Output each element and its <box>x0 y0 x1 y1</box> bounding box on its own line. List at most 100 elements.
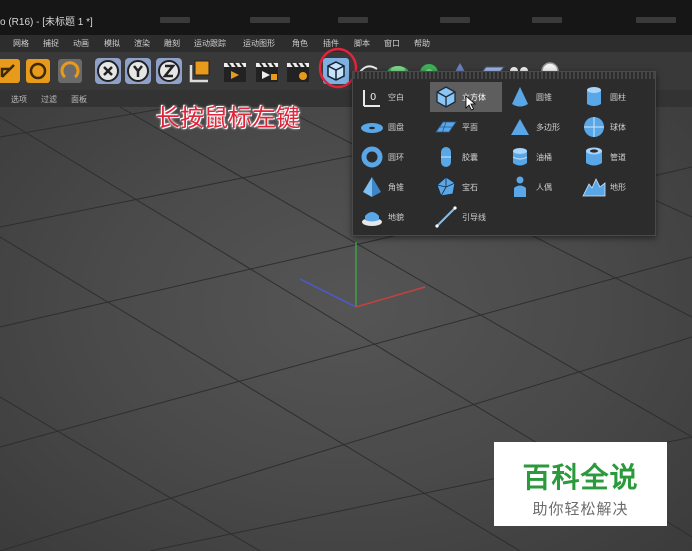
menu-item-motion-tracker[interactable]: 运动跟踪 <box>194 38 226 49</box>
cube-icon <box>436 86 456 108</box>
primitive-item-null[interactable]: 0 空白 <box>356 82 428 112</box>
primitive-label: 引导线 <box>462 213 486 222</box>
window-title: o (R16) - [未标题 1 *] <box>0 17 93 28</box>
primitive-label: 空白 <box>388 93 404 102</box>
primitive-label: 油桶 <box>536 153 552 162</box>
y-axis-icon <box>125 58 151 84</box>
y-axis-button[interactable] <box>124 57 152 85</box>
scale-icon <box>0 59 20 83</box>
svg-text:0: 0 <box>370 92 376 103</box>
primitive-item-tube[interactable]: 管道 <box>578 142 650 172</box>
primitive-label: 圆环 <box>388 153 404 162</box>
rotate-tool-button[interactable] <box>24 57 52 85</box>
primitive-label: 胶囊 <box>462 153 478 162</box>
primitive-label: 地貌 <box>388 213 404 222</box>
primitive-item-plane[interactable]: 平面 <box>430 112 502 142</box>
primitive-item-platonic[interactable]: 宝石 <box>430 172 502 202</box>
primitive-label: 多边形 <box>536 123 560 132</box>
sphere-icon <box>584 117 604 137</box>
primitive-item-pyramid[interactable]: 角锥 <box>356 172 428 202</box>
pyramid-icon <box>363 177 381 197</box>
landscape-icon <box>582 178 606 197</box>
null-icon: 0 <box>363 90 380 107</box>
coordinate-system-button[interactable] <box>186 57 214 85</box>
menu-item-window[interactable]: 窗口 <box>384 38 400 49</box>
menu-item-mograph[interactable]: 运动图形 <box>243 38 275 49</box>
cone-icon <box>512 87 528 107</box>
viewport-menu-options[interactable]: 选项 <box>11 94 27 105</box>
primitive-label: 角锥 <box>388 183 404 192</box>
menu-item-simulate[interactable]: 模拟 <box>104 38 120 49</box>
primitive-item-relief[interactable]: 地貌 <box>356 202 428 232</box>
tab-placeholder <box>160 17 190 23</box>
relief-icon <box>362 212 382 226</box>
primitive-item-torus[interactable]: 圆环 <box>356 142 428 172</box>
menu-item-help[interactable]: 帮助 <box>414 38 430 49</box>
primitive-label: 圆盘 <box>388 123 404 132</box>
instruction-text: 长按鼠标左键 <box>156 104 300 132</box>
z-axis-button[interactable] <box>155 57 183 85</box>
menu-item-animate[interactable]: 动画 <box>73 38 89 49</box>
mouse-cursor-icon <box>465 95 477 111</box>
render-view-button[interactable] <box>221 57 249 85</box>
primitive-item-polygon[interactable]: 多边形 <box>504 112 576 142</box>
primitive-label: 圆柱 <box>610 93 626 102</box>
clapper-icon <box>224 62 246 82</box>
primitive-label: 平面 <box>462 123 478 132</box>
menu-item-render[interactable]: 渲染 <box>134 38 150 49</box>
viewport-menu-panel[interactable]: 面板 <box>71 94 87 105</box>
tab-placeholder <box>440 17 470 23</box>
oil-tank-icon <box>512 148 528 166</box>
watermark-logo: 百科全说 助你轻松解决 <box>494 442 667 526</box>
x-axis-icon <box>95 58 121 84</box>
watermark-brand: 百科全说 <box>522 461 639 494</box>
primitive-item-capsule[interactable]: 胶囊 <box>430 142 502 172</box>
primitive-item-disc[interactable]: 圆盘 <box>356 112 428 142</box>
scale-tool-button[interactable] <box>0 57 22 85</box>
menu-item-character[interactable]: 角色 <box>292 38 308 49</box>
primitive-objects-popup: 0 空白 立方体 圆锥 圆柱 圆盘 平面 多边形 球体 圆环 胶囊 油桶 管道 … <box>352 71 656 236</box>
x-axis-button[interactable] <box>94 57 122 85</box>
primitive-label: 圆锥 <box>536 93 552 102</box>
edit-render-settings-button[interactable] <box>284 57 312 85</box>
figure-icon <box>514 176 526 197</box>
primitive-item-guide[interactable]: 引导线 <box>430 202 502 232</box>
torus-icon <box>361 146 383 168</box>
primitive-item-sphere[interactable]: 球体 <box>578 112 650 142</box>
tab-placeholder <box>250 17 290 23</box>
primitive-item-oil-tank[interactable]: 油桶 <box>504 142 576 172</box>
rotate-icon <box>26 59 50 83</box>
menu-item-sculpt[interactable]: 雕刻 <box>164 38 180 49</box>
primitive-item-figure[interactable]: 人偶 <box>504 172 576 202</box>
capsule-icon <box>441 147 451 167</box>
primitive-label: 人偶 <box>536 183 552 192</box>
menu-item-mesh[interactable]: 网格 <box>13 38 29 49</box>
tab-placeholder <box>636 17 676 23</box>
plane-icon <box>435 121 457 133</box>
polygon-icon <box>511 119 529 135</box>
primitive-item-cylinder[interactable]: 圆柱 <box>578 82 650 112</box>
primitive-label: 地形 <box>610 183 626 192</box>
rotate-tool-2-button[interactable] <box>56 57 84 85</box>
z-axis-line <box>299 278 357 308</box>
primitive-item-cone[interactable]: 圆锥 <box>504 82 576 112</box>
tab-placeholder <box>532 17 562 23</box>
primitive-item-landscape[interactable]: 地形 <box>578 172 650 202</box>
cylinder-icon <box>587 87 601 106</box>
primitive-label: 宝石 <box>462 183 478 192</box>
menu-item-snap[interactable]: 捕捉 <box>43 38 59 49</box>
coordinate-system-icon <box>189 60 210 83</box>
guide-icon <box>435 206 457 228</box>
watermark-slogan: 助你轻松解决 <box>532 500 629 518</box>
title-bar: o (R16) - [未标题 1 *] <box>0 0 692 35</box>
rotate-alt-icon <box>58 59 82 83</box>
tube-icon <box>586 147 602 166</box>
clapper-settings-icon <box>287 62 309 82</box>
clapper-viewer-icon <box>256 62 278 82</box>
primitive-label: 管道 <box>610 153 626 162</box>
popup-drag-handle[interactable] <box>353 72 655 79</box>
render-picture-viewer-button[interactable] <box>253 57 281 85</box>
x-axis-line <box>355 286 426 308</box>
viewport-menu-filter[interactable]: 过滤 <box>41 94 57 105</box>
platonic-icon <box>436 176 456 197</box>
